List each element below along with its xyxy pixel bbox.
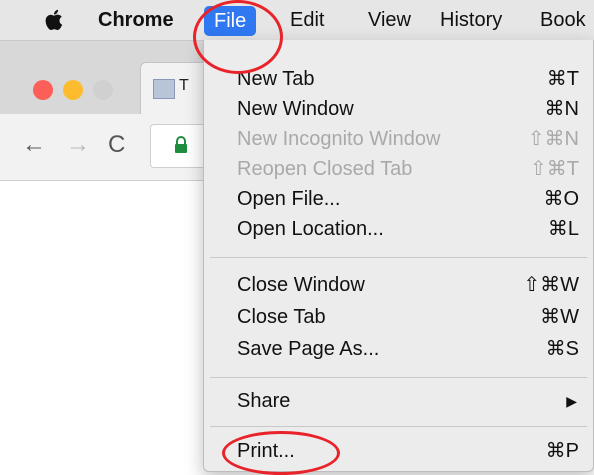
menu-item-label: Save Page As... bbox=[237, 338, 380, 360]
menubar-view[interactable]: View bbox=[368, 0, 411, 40]
lock-icon bbox=[175, 136, 187, 153]
menu-separator bbox=[210, 426, 587, 427]
menu-item-label: Close Tab bbox=[237, 306, 326, 328]
menu-item-label: Open File... bbox=[237, 188, 341, 210]
menu-item-shortcut: ⌘O bbox=[543, 188, 579, 210]
back-arrow-icon[interactable]: ← bbox=[22, 130, 46, 160]
menu-item-new-tab[interactable]: New Tab ⌘T bbox=[204, 64, 593, 94]
menu-item-open-location[interactable]: Open Location... ⌘L bbox=[204, 214, 593, 244]
menu-item-label: New Tab bbox=[237, 68, 315, 90]
menu-item-shortcut: ⌘N bbox=[544, 98, 579, 120]
menu-item-shortcut: ⇧⌘W bbox=[523, 274, 579, 296]
menu-item-print[interactable]: Print... ⌘P bbox=[204, 436, 593, 466]
menu-bar: Chrome File Edit View History Book bbox=[0, 0, 594, 41]
menu-item-new-window[interactable]: New Window ⌘N bbox=[204, 94, 593, 124]
menubar-edit[interactable]: Edit bbox=[290, 0, 324, 40]
tab-title: T bbox=[179, 77, 189, 94]
file-menu: New Tab ⌘T New Window ⌘N New Incognito W… bbox=[203, 40, 594, 472]
menubar-app-name[interactable]: Chrome bbox=[98, 0, 174, 40]
forward-arrow-icon[interactable]: → bbox=[66, 130, 90, 160]
apple-icon[interactable] bbox=[44, 7, 66, 33]
menubar-file[interactable]: File bbox=[204, 6, 257, 36]
menu-separator bbox=[210, 377, 587, 378]
menu-item-label: Reopen Closed Tab bbox=[237, 158, 413, 180]
menu-item-shortcut: ⌘S bbox=[545, 338, 579, 360]
menu-item-label: Open Location... bbox=[237, 218, 384, 240]
menu-item-save-page-as[interactable]: Save Page As... ⌘S bbox=[204, 334, 593, 364]
menu-item-label: Print... bbox=[237, 440, 295, 462]
menubar-bookmarks[interactable]: Book bbox=[540, 0, 586, 40]
menu-item-shortcut: ⌘L bbox=[547, 218, 579, 240]
menu-separator bbox=[210, 257, 587, 258]
menu-item-shortcut: ⌘P bbox=[545, 440, 579, 462]
menu-item-close-tab[interactable]: Close Tab ⌘W bbox=[204, 302, 593, 332]
menu-item-share[interactable]: Share ▶ bbox=[204, 386, 593, 416]
reload-icon[interactable]: C bbox=[108, 130, 125, 160]
menubar-history[interactable]: History bbox=[440, 0, 502, 40]
menu-item-new-incognito-window: New Incognito Window ⇧⌘N bbox=[204, 124, 593, 154]
menu-item-label: New Incognito Window bbox=[237, 128, 441, 150]
menu-item-close-window[interactable]: Close Window ⇧⌘W bbox=[204, 270, 593, 300]
menu-item-reopen-closed-tab: Reopen Closed Tab ⇧⌘T bbox=[204, 154, 593, 184]
maximize-window-icon[interactable] bbox=[93, 80, 113, 100]
minimize-window-icon[interactable] bbox=[63, 80, 83, 100]
menu-item-label: New Window bbox=[237, 98, 354, 120]
menu-item-label: Close Window bbox=[237, 274, 365, 296]
menu-item-shortcut: ⇧⌘T bbox=[530, 158, 579, 180]
favicon-icon bbox=[153, 79, 175, 99]
menu-item-shortcut: ⌘T bbox=[546, 68, 579, 90]
menu-item-shortcut: ⌘W bbox=[540, 306, 579, 328]
menu-item-open-file[interactable]: Open File... ⌘O bbox=[204, 184, 593, 214]
menu-item-label: Share bbox=[237, 390, 291, 412]
submenu-arrow-icon: ▶ bbox=[566, 393, 577, 409]
close-window-icon[interactable] bbox=[33, 80, 53, 100]
menu-item-shortcut: ⇧⌘N bbox=[527, 128, 579, 150]
